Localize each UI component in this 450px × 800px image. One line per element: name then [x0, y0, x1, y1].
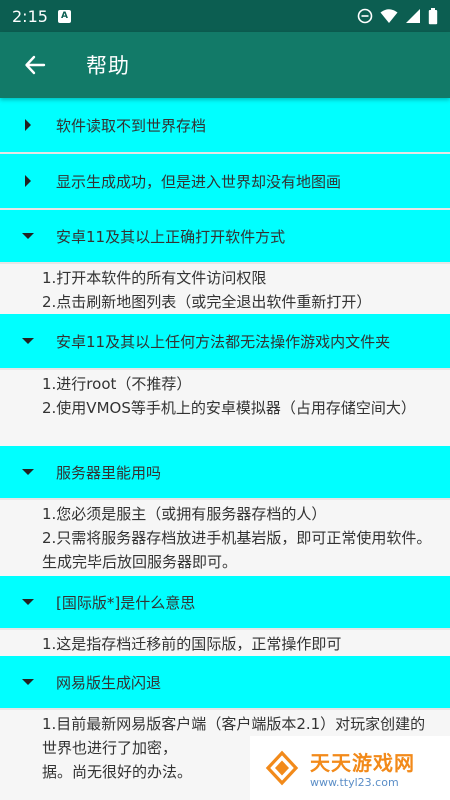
faq-title: 软件读取不到世界存档 [56, 116, 207, 135]
faq-line: 2.只需将服务器存档放进手机基岩版，即可正常使用软件。生成完毕后放回服务器即可。 [42, 529, 432, 571]
watermark-url: www.ttyl23.com [310, 776, 399, 789]
faq-line: 1.您必须是服主（或拥有服务器存档的人） [42, 505, 327, 523]
help-list: 软件读取不到世界存档 显示生成成功，但是进入世界却没有地图画 安卓11及其以上正… [0, 98, 450, 800]
faq-title: 服务器里能用吗 [56, 463, 162, 482]
back-button[interactable] [20, 50, 50, 80]
page-title: 帮助 [86, 54, 130, 78]
faq-header-0[interactable]: 软件读取不到世界存档 [0, 98, 450, 154]
faq-title: 网易版生成闪退 [56, 673, 162, 692]
faq-header-2[interactable]: 安卓11及其以上正确打开软件方式 [0, 210, 450, 264]
faq-header-5[interactable]: [国际版*]是什么意思 [0, 576, 450, 630]
faq-header-6[interactable]: 网易版生成闪退 [0, 656, 450, 710]
faq-title: [国际版*]是什么意思 [56, 593, 196, 612]
wifi-icon [380, 8, 398, 24]
watermark-text: 天天游戏网 www.ttyl23.com [310, 747, 415, 789]
site-watermark: 天天游戏网 www.ttyl23.com [250, 736, 450, 800]
caret-down-icon [20, 337, 36, 345]
faq-line: 1.这是指存档迁移前的国际版，正常操作即可 [42, 635, 342, 653]
signal-icon [405, 8, 421, 24]
faq-title: 安卓11及其以上任何方法都无法操作游戏内文件夹 [56, 332, 391, 351]
caret-down-icon [20, 232, 36, 240]
notification-a-icon: A [57, 9, 71, 23]
dnd-icon [357, 8, 373, 24]
status-time: 2:15 [12, 6, 48, 26]
caret-down-icon [20, 598, 36, 606]
caret-down-icon [20, 468, 36, 476]
faq-line: 2.使用VMOS等手机上的安卓模拟器（占用存储空间大） [42, 399, 416, 417]
app-bar: 帮助 [0, 32, 450, 98]
faq-header-4[interactable]: 服务器里能用吗 [0, 446, 450, 500]
faq-header-3[interactable]: 安卓11及其以上任何方法都无法操作游戏内文件夹 [0, 314, 450, 370]
faq-line: 1.进行root（不推荐） [42, 375, 192, 393]
faq-header-1[interactable]: 显示生成成功，但是进入世界却没有地图画 [0, 154, 450, 210]
watermark-name: 天天游戏网 [310, 751, 415, 775]
watermark-logo-icon [265, 750, 299, 786]
battery-icon [428, 7, 438, 25]
status-bar: 2:15 A [0, 0, 450, 32]
caret-right-icon [20, 119, 36, 131]
faq-line: 1.打开本软件的所有文件访问权限 [42, 269, 267, 287]
arrow-left-icon [25, 55, 46, 75]
faq-body-4: 1.您必须是服主（或拥有服务器存档的人） 2.只需将服务器存档放进手机基岩版，即… [0, 500, 450, 576]
caret-down-icon [20, 678, 36, 686]
status-icons [357, 7, 438, 25]
caret-right-icon [20, 175, 36, 187]
faq-body-2: 1.打开本软件的所有文件访问权限 2.点击刷新地图列表（或完全退出软件重新打开） [0, 264, 450, 314]
faq-line: 2.点击刷新地图列表（或完全退出软件重新打开） [42, 293, 372, 311]
faq-title: 安卓11及其以上正确打开软件方式 [56, 227, 286, 246]
faq-body-5: 1.这是指存档迁移前的国际版，正常操作即可 [0, 630, 450, 656]
faq-title: 显示生成成功，但是进入世界却没有地图画 [56, 172, 342, 191]
faq-body-3: 1.进行root（不推荐） 2.使用VMOS等手机上的安卓模拟器（占用存储空间大… [0, 370, 450, 446]
